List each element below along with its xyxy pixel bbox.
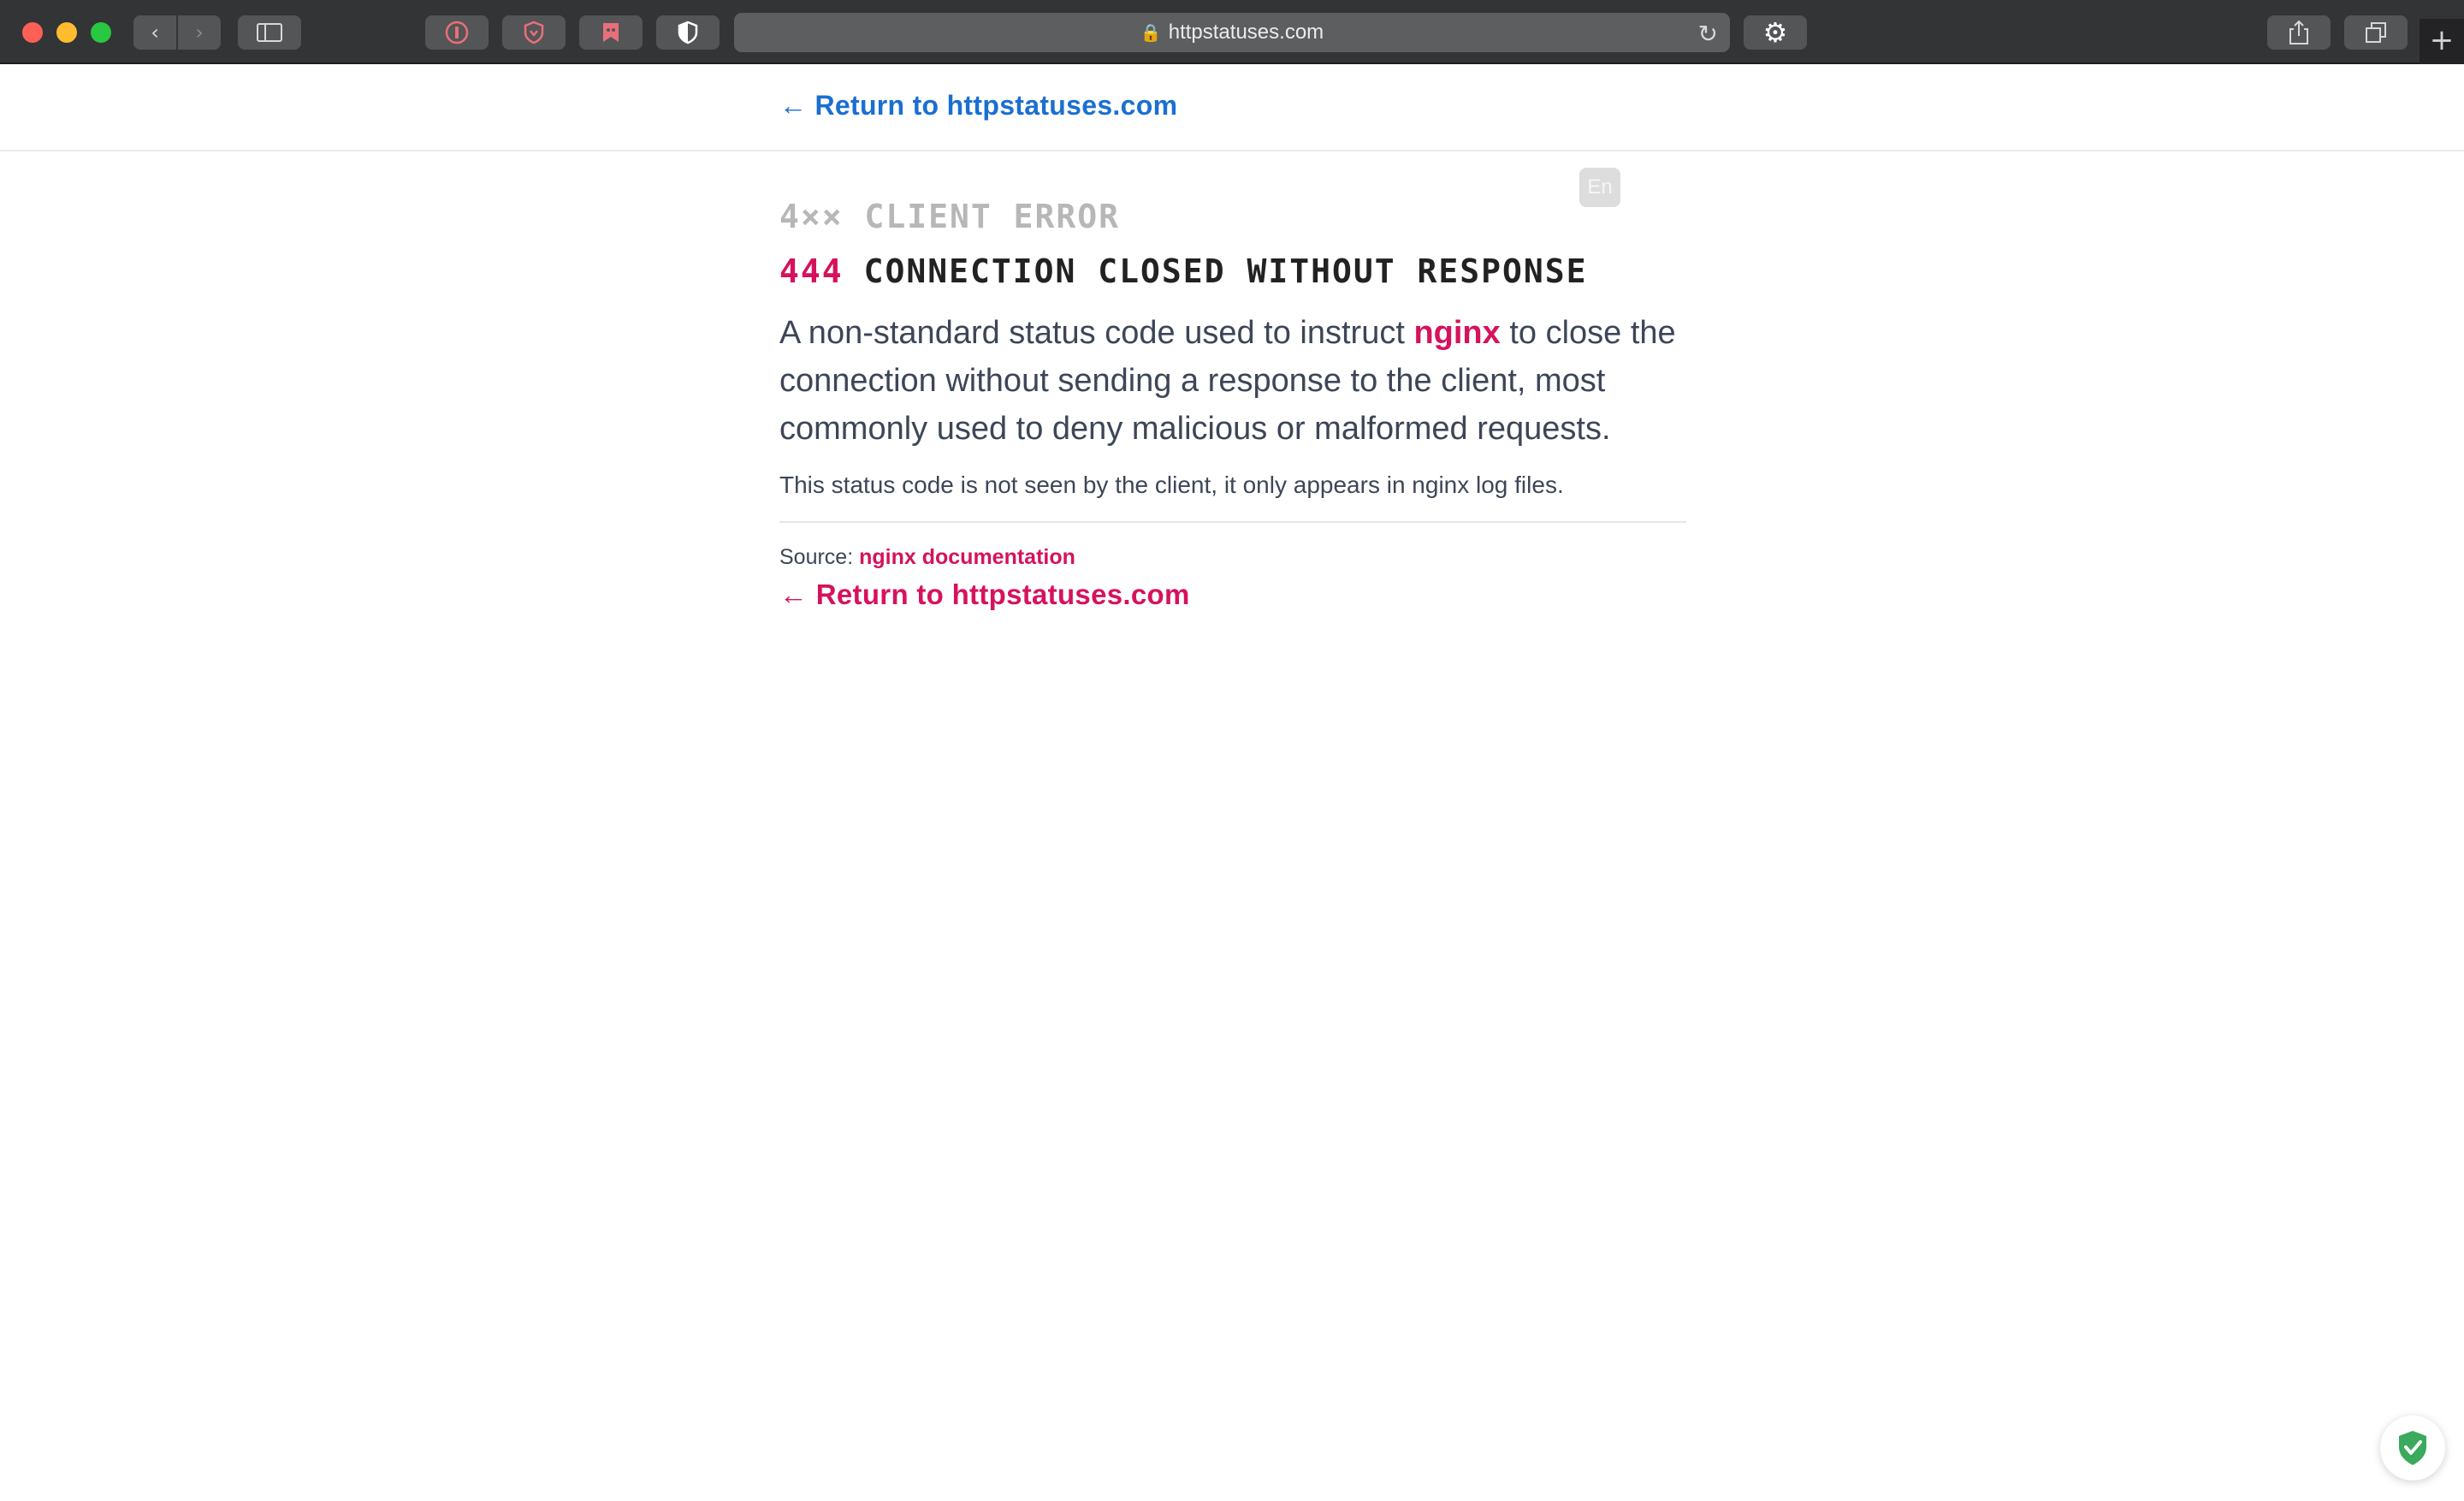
password-manager-extension-button[interactable]	[425, 15, 489, 50]
chevron-right-icon: ›	[195, 21, 204, 44]
status-name: CONNECTION CLOSED WITHOUT RESPONSE	[863, 252, 1588, 290]
reload-icon[interactable]: ↻	[1698, 20, 1718, 48]
sidebar-icon	[257, 23, 282, 42]
description-text-before: A non-standard status code used to instr…	[779, 315, 1414, 351]
share-button[interactable]	[2267, 15, 2331, 50]
back-button[interactable]: ‹	[133, 15, 176, 50]
page-title: 444 CONNECTION CLOSED WITHOUT RESPONSE	[779, 247, 1686, 295]
page-header: ← Return to httpstatuses.com	[0, 64, 2464, 151]
tab-overview-button[interactable]	[2344, 15, 2408, 50]
password-manager-icon	[445, 21, 469, 44]
tabs-icon	[2366, 22, 2386, 43]
lock-icon: 🔒	[1140, 23, 1162, 43]
security-badge[interactable]	[2380, 1415, 2445, 1480]
source-label: Source:	[779, 545, 854, 569]
shield-heart-icon	[524, 21, 544, 44]
return-home-link-top[interactable]: ← Return to httpstatuses.com	[779, 90, 1177, 122]
settings-extension-button[interactable]: ⚙	[1744, 15, 1807, 50]
status-description: A non-standard status code used to instr…	[779, 309, 1686, 453]
forward-button[interactable]: ›	[178, 15, 221, 50]
return-home-link-bottom[interactable]: ← Return to httpstatuses.com	[779, 576, 1190, 614]
shield-check-icon	[2399, 1431, 2426, 1465]
status-code: 444	[779, 252, 844, 290]
chevron-left-icon: ‹	[151, 21, 159, 44]
source-line: Source: nginx documentation	[779, 542, 1686, 573]
bookmark-cat-icon	[603, 23, 619, 42]
sidebar-button[interactable]	[238, 15, 301, 50]
minimize-window-button[interactable]	[56, 22, 77, 43]
status-category: 4×× CLIENT ERROR	[779, 198, 1121, 235]
bookmark-extension-button[interactable]	[579, 15, 643, 50]
source-link[interactable]: nginx documentation	[859, 545, 1075, 569]
privacy-extension-button[interactable]	[656, 15, 720, 50]
status-article: 4×× CLIENT ERROR 444 CONNECTION CLOSED WI…	[779, 193, 1686, 614]
close-window-button[interactable]	[22, 22, 43, 43]
url-text: httpstatuses.com	[1168, 21, 1324, 44]
shield-extension-button[interactable]	[502, 15, 566, 50]
gear-icon: ⚙	[1762, 16, 1788, 49]
new-tab-button[interactable]: +	[2420, 19, 2464, 64]
share-icon	[2289, 20, 2308, 44]
address-bar[interactable]: 🔒 httpstatuses.com ↻	[734, 13, 1730, 52]
status-note: This status code is not seen by the clie…	[779, 472, 1564, 498]
half-shield-icon	[678, 21, 698, 44]
nginx-link[interactable]: nginx	[1413, 315, 1500, 351]
maximize-window-button[interactable]	[91, 22, 111, 43]
divider	[779, 521, 1686, 523]
browser-toolbar: ‹ › 🔒 httpstatuses.com ↻ ⚙ +	[0, 0, 2464, 64]
